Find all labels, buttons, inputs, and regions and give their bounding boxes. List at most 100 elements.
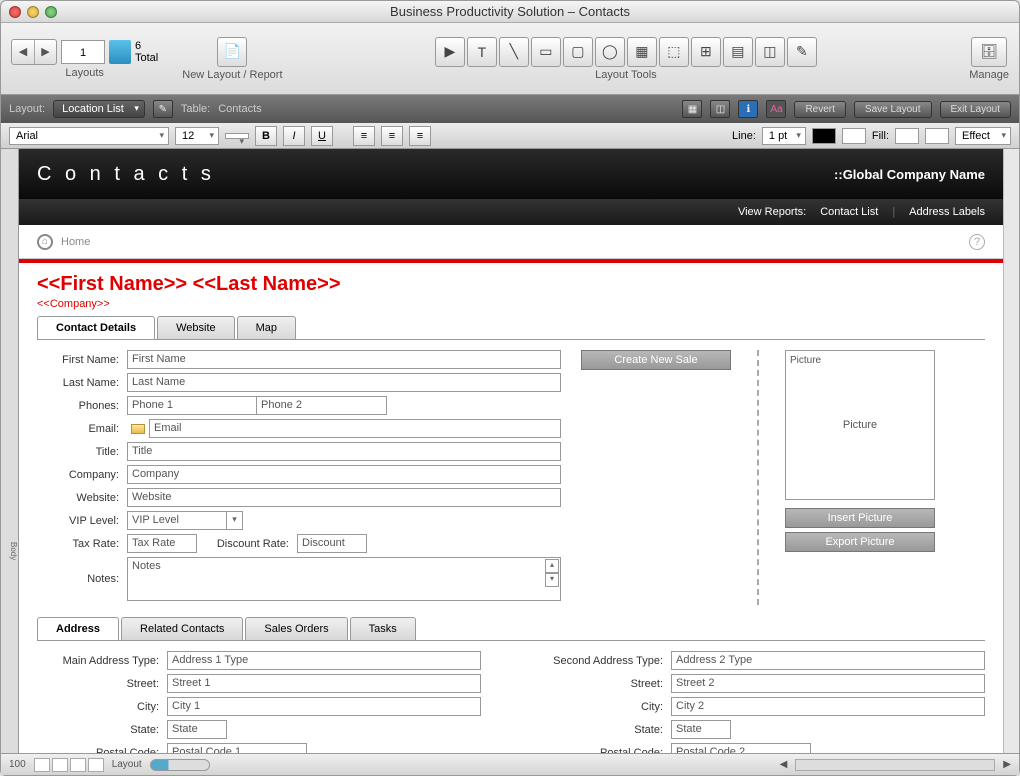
scroll-right-icon[interactable]: ▶ <box>1003 759 1011 770</box>
addr2-state-field[interactable]: State <box>671 720 731 739</box>
insert-picture-button[interactable]: Insert Picture <box>785 508 935 528</box>
addr1-street-field[interactable]: Street 1 <box>167 674 481 693</box>
prev-record-icon[interactable]: ◀ <box>12 40 34 64</box>
rect-tool-icon[interactable]: ▭ <box>531 37 561 67</box>
email-field[interactable]: Email <box>149 419 561 438</box>
text-tool-icon[interactable]: T <box>467 37 497 67</box>
layout-dropdown[interactable]: Location List <box>53 100 145 118</box>
record-nav[interactable]: ◀ ▶ <box>11 39 57 65</box>
next-record-icon[interactable]: ▶ <box>34 40 56 64</box>
manage-button[interactable]: 🗄 <box>971 37 1007 67</box>
tab-related-contacts[interactable]: Related Contacts <box>121 617 243 640</box>
first-name-field[interactable]: First Name <box>127 350 561 369</box>
exit-layout-button[interactable]: Exit Layout <box>940 101 1011 118</box>
phone2-field[interactable]: Phone 2 <box>257 396 387 415</box>
home-icon[interactable]: ⌂ <box>37 234 53 250</box>
addr1-postal-field[interactable]: Postal Code 1 <box>167 743 307 753</box>
picture-label: Picture <box>790 355 821 366</box>
toggle2-icon[interactable]: ◫ <box>710 100 730 118</box>
website-field[interactable]: Website <box>127 488 561 507</box>
sb-icon-3[interactable] <box>70 758 86 772</box>
fill-color-swatch[interactable] <box>895 128 919 144</box>
scroll-left-icon[interactable]: ◀ <box>780 759 788 770</box>
effect-dropdown[interactable]: Effect <box>955 127 1011 145</box>
vip-field[interactable]: VIP Level <box>127 511 227 530</box>
italic-button[interactable]: I <box>283 126 305 146</box>
tab-tool-icon[interactable]: ⊞ <box>691 37 721 67</box>
tab-map[interactable]: Map <box>237 316 296 339</box>
addr2-street-field[interactable]: Street 2 <box>671 674 985 693</box>
format-bar: Arial 12 B I U ≡ ≡ ≡ Line: 1 pt Fill: Ef… <box>1 123 1019 149</box>
create-sale-button[interactable]: Create New Sale <box>581 350 731 370</box>
style-dropdown[interactable] <box>225 133 249 139</box>
underline-button[interactable]: U <box>311 126 333 146</box>
font-dropdown[interactable]: Arial <box>9 127 169 145</box>
toggle1-icon[interactable]: ▦ <box>682 100 702 118</box>
edit-layout-icon[interactable]: ✎ <box>153 100 173 118</box>
size-dropdown[interactable]: 12 <box>175 127 219 145</box>
pointer-tool-icon[interactable]: ▶ <box>435 37 465 67</box>
title-field[interactable]: Title <box>127 442 561 461</box>
address-labels-link[interactable]: Address Labels <box>909 206 985 218</box>
roundrect-tool-icon[interactable]: ▢ <box>563 37 593 67</box>
notes-down-icon[interactable]: ▾ <box>545 573 559 587</box>
company-merge-small[interactable]: <<Company>> <box>37 298 985 310</box>
record-number[interactable]: 1 <box>61 40 105 64</box>
addr1-city-field[interactable]: City 1 <box>167 697 481 716</box>
tab-sales-orders[interactable]: Sales Orders <box>245 617 347 640</box>
horizontal-scrollbar[interactable] <box>795 759 995 771</box>
portal-tool-icon[interactable]: ▤ <box>723 37 753 67</box>
vip-dropdown-icon[interactable]: ▾ <box>227 511 243 530</box>
align-right-button[interactable]: ≡ <box>409 126 431 146</box>
new-layout-button[interactable]: 📄 <box>217 37 247 67</box>
export-picture-button[interactable]: Export Picture <box>785 532 935 552</box>
addr2-city-field[interactable]: City 2 <box>671 697 985 716</box>
last-name-field[interactable]: Last Name <box>127 373 561 392</box>
tab-address[interactable]: Address <box>37 617 119 640</box>
field-tool-icon[interactable]: ▦ <box>627 37 657 67</box>
webviewer-tool-icon[interactable]: ✎ <box>787 37 817 67</box>
sb-icon-2[interactable] <box>52 758 68 772</box>
align-left-button[interactable]: ≡ <box>353 126 375 146</box>
save-layout-button[interactable]: Save Layout <box>854 101 932 118</box>
tab-website[interactable]: Website <box>157 316 235 339</box>
line-color-swatch[interactable] <box>812 128 836 144</box>
oval-tool-icon[interactable]: ◯ <box>595 37 625 67</box>
addr1-state-field[interactable]: State <box>167 720 227 739</box>
picture-container[interactable]: Picture Picture <box>785 350 935 500</box>
line-width-dropdown[interactable]: 1 pt <box>762 127 806 145</box>
button-tool-icon[interactable]: ⬚ <box>659 37 689 67</box>
tab-contact-details[interactable]: Contact Details <box>37 316 155 339</box>
bold-button[interactable]: B <box>255 126 277 146</box>
fill-pattern-swatch[interactable] <box>925 128 949 144</box>
home-link[interactable]: Home <box>61 236 90 248</box>
email-icon[interactable] <box>131 424 145 434</box>
contact-list-link[interactable]: Contact List <box>820 206 878 218</box>
sb-icon-4[interactable] <box>88 758 104 772</box>
addr2-postal-field[interactable]: Postal Code 2 <box>671 743 811 753</box>
zoom-level[interactable]: 100 <box>9 759 26 770</box>
vertical-scrollbar[interactable] <box>1003 149 1019 753</box>
revert-button[interactable]: Revert <box>794 101 845 118</box>
line-label: Line: <box>732 130 756 142</box>
company-field[interactable]: Company <box>127 465 561 484</box>
notes-up-icon[interactable]: ▴ <box>545 559 559 573</box>
notes-field[interactable]: Notes ▴▾ <box>127 557 561 601</box>
tab-tasks[interactable]: Tasks <box>350 617 416 640</box>
align-center-button[interactable]: ≡ <box>381 126 403 146</box>
info-icon[interactable]: ℹ <box>738 100 758 118</box>
phone1-field[interactable]: Phone 1 <box>127 396 257 415</box>
layout-canvas[interactable]: C o n t a c t s ::Global Company Name Vi… <box>19 149 1003 753</box>
line-tool-icon[interactable]: ╲ <box>499 37 529 67</box>
addr1-type-field[interactable]: Address 1 Type <box>167 651 481 670</box>
help-icon[interactable]: ? <box>969 234 985 250</box>
line-style-swatch[interactable] <box>842 128 866 144</box>
addr2-type-field[interactable]: Address 2 Type <box>671 651 985 670</box>
chart-tool-icon[interactable]: ◫ <box>755 37 785 67</box>
discount-field[interactable]: Discount <box>297 534 367 553</box>
company-merge-field[interactable]: ::Global Company Name <box>834 167 985 182</box>
sb-icon-1[interactable] <box>34 758 50 772</box>
tax-field[interactable]: Tax Rate <box>127 534 197 553</box>
aa-icon[interactable]: Aa <box>766 100 786 118</box>
name-merge-field[interactable]: <<First Name>> <<Last Name>> <box>37 273 985 296</box>
